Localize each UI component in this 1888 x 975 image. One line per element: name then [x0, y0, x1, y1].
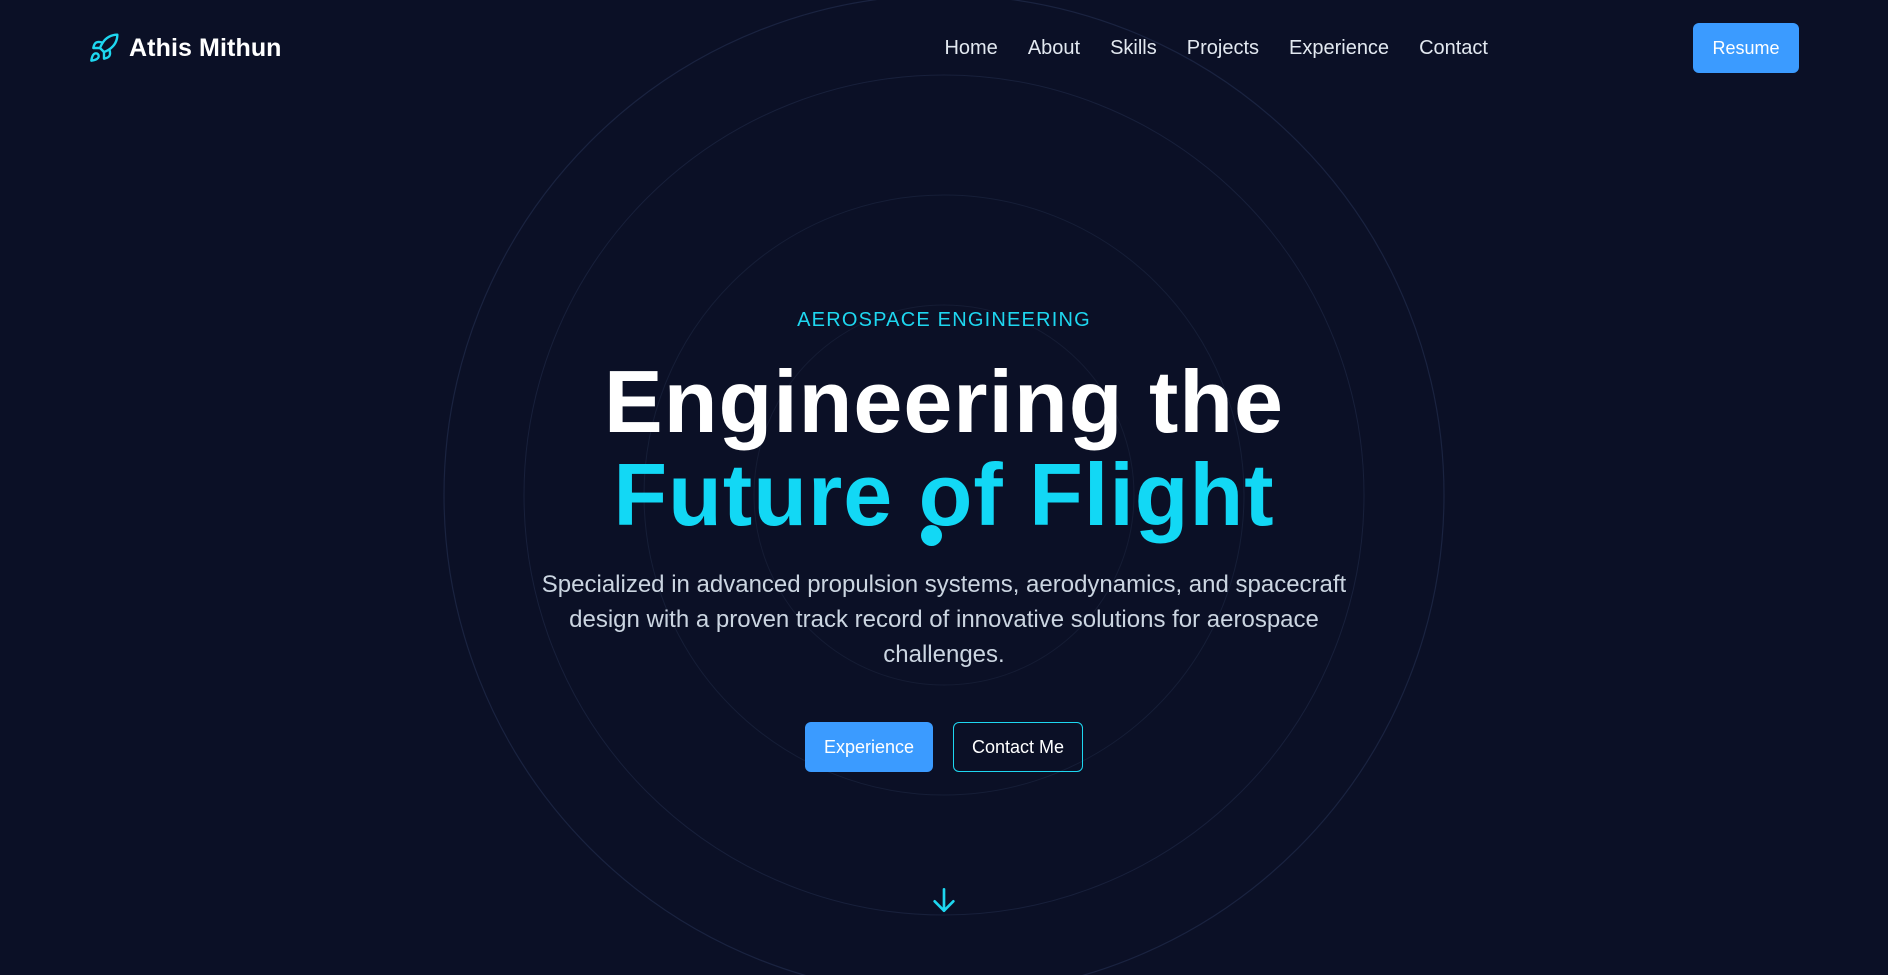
hero-headline-line1: Engineering the	[604, 352, 1284, 451]
hero-section: AEROSPACE ENGINEERING Engineering the Fu…	[0, 0, 1888, 975]
hero-subtitle: Specialized in advanced propulsion syste…	[541, 571, 1347, 668]
orbit-dot	[921, 525, 942, 546]
hero-headline-line2: Future of Flight	[613, 445, 1275, 544]
page: Athis Mithun Home About Skills Projects …	[0, 0, 1888, 975]
experience-button[interactable]: Experience	[805, 722, 933, 772]
hero-cta-row: Experience Contact Me	[0, 722, 1888, 772]
contact-me-button[interactable]: Contact Me	[953, 722, 1083, 772]
arrow-down-icon[interactable]	[928, 884, 960, 916]
hero-eyebrow: AEROSPACE ENGINEERING	[797, 309, 1091, 331]
